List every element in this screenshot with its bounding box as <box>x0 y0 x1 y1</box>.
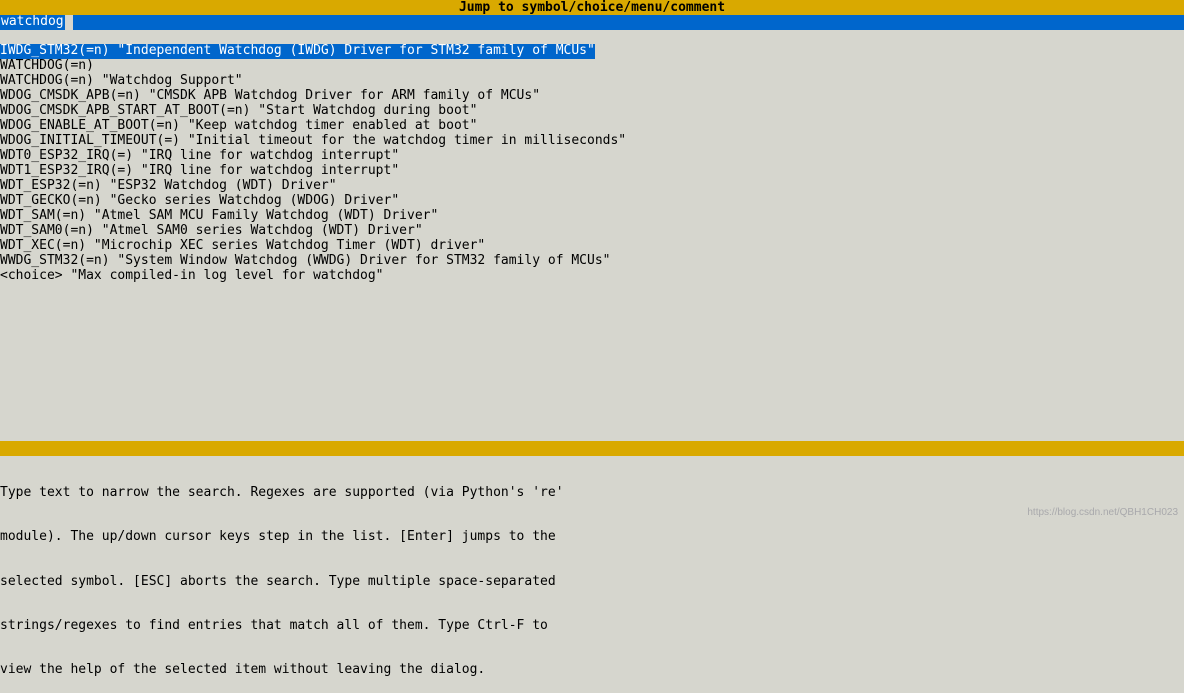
divider <box>0 441 1184 456</box>
result-item[interactable]: WDT_XEC(=n) "Microchip XEC series Watchd… <box>0 239 1178 254</box>
help-line: Type text to narrow the search. Regexes … <box>0 486 1184 501</box>
result-item[interactable]: WDT_SAM0(=n) "Atmel SAM0 series Watchdog… <box>0 224 1178 239</box>
result-item[interactable]: IWDG_STM32(=n) "Independent Watchdog (IW… <box>0 44 595 59</box>
help-line: strings/regexes to find entries that mat… <box>0 619 1184 634</box>
result-item[interactable]: WDT_ESP32(=n) "ESP32 Watchdog (WDT) Driv… <box>0 179 1178 194</box>
result-item[interactable]: WDOG_CMSDK_APB_START_AT_BOOT(=n) "Start … <box>0 104 1178 119</box>
result-item[interactable]: WDOG_CMSDK_APB(=n) "CMSDK APB Watchdog D… <box>0 89 1178 104</box>
dialog-title: Jump to symbol/choice/menu/comment <box>0 0 1184 15</box>
search-input-row[interactable]: watchdog <box>0 15 1184 30</box>
result-item[interactable]: WDT0_ESP32_IRQ(=) "IRQ line for watchdog… <box>0 149 1178 164</box>
result-item[interactable]: WDT_SAM(=n) "Atmel SAM MCU Family Watchd… <box>0 209 1178 224</box>
help-line: view the help of the selected item witho… <box>0 663 1184 678</box>
help-line: module). The up/down cursor keys step in… <box>0 530 1184 545</box>
spacer <box>0 30 1184 44</box>
result-item[interactable]: WDOG_INITIAL_TIMEOUT(=) "Initial timeout… <box>0 134 1178 149</box>
results-list[interactable]: IWDG_STM32(=n) "Independent Watchdog (IW… <box>0 44 1184 284</box>
result-item[interactable]: WDT1_ESP32_IRQ(=) "IRQ line for watchdog… <box>0 164 1178 179</box>
result-item[interactable]: WDOG_ENABLE_AT_BOOT(=n) "Keep watchdog t… <box>0 119 1178 134</box>
help-line: selected symbol. [ESC] aborts the search… <box>0 575 1184 590</box>
help-text-block: Type text to narrow the search. Regexes … <box>0 456 1184 693</box>
text-cursor <box>65 15 73 30</box>
search-query-text: watchdog <box>0 15 65 30</box>
result-item[interactable]: WATCHDOG(=n) <box>0 59 1178 74</box>
result-item[interactable]: WWDG_STM32(=n) "System Window Watchdog (… <box>0 254 1178 269</box>
search-input-area[interactable] <box>73 15 1184 30</box>
result-item[interactable]: <choice> "Max compiled-in log level for … <box>0 269 1178 284</box>
result-item[interactable]: WATCHDOG(=n) "Watchdog Support" <box>0 74 1178 89</box>
result-item[interactable]: WDT_GECKO(=n) "Gecko series Watchdog (WD… <box>0 194 1178 209</box>
watermark-text: https://blog.csdn.net/QBH1CH023 <box>1027 507 1178 519</box>
